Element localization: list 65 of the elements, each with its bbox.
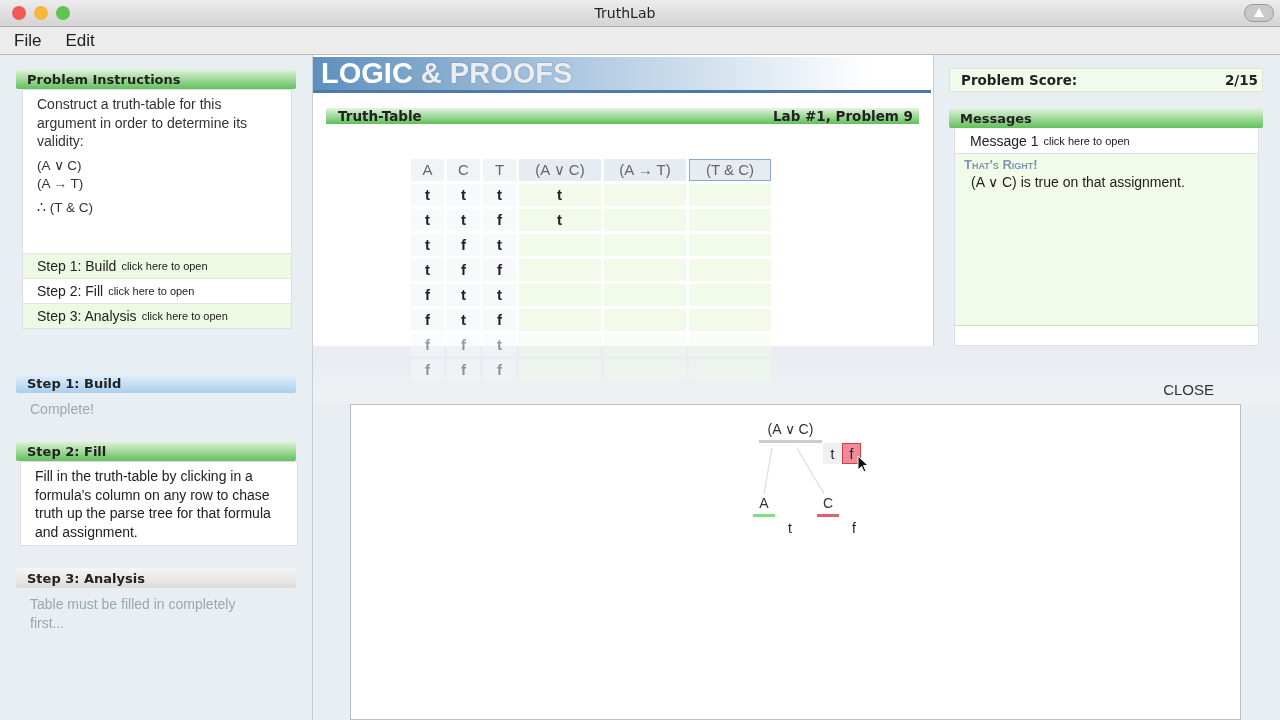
- table-cell: t: [447, 283, 480, 306]
- table-cell: f: [447, 233, 480, 256]
- tree-edge: [796, 447, 825, 495]
- panel-title: Truth-Table: [338, 108, 422, 124]
- section-text: Complete!: [29, 400, 95, 419]
- tree-node: (A ∨ C): [759, 421, 822, 443]
- step-link[interactable]: Step 1: Build click here to open: [23, 253, 291, 278]
- table-cell: t: [411, 233, 444, 256]
- table-cell: t: [447, 308, 480, 331]
- score-value: 2/15: [1224, 72, 1258, 88]
- table-cell: f: [411, 283, 444, 306]
- menu-item[interactable]: File: [14, 30, 42, 51]
- table-cell: t: [483, 233, 516, 256]
- conclusion: ∴ (T & C): [37, 198, 94, 215]
- premise: (A ∨ C): [37, 156, 83, 175]
- table-cell: t: [411, 258, 444, 281]
- table-cell: t: [447, 183, 480, 206]
- column-header[interactable]: C: [447, 158, 480, 181]
- table-cell: f: [411, 308, 444, 331]
- instructions-text: Construct a truth-table for this argument in order to determine its validity:: [37, 95, 249, 151]
- table-cell: t: [483, 183, 516, 206]
- section-header: Step 1: Build: [16, 373, 296, 393]
- table-cell: t: [411, 208, 444, 231]
- cursor-icon: [857, 455, 869, 473]
- column-header[interactable]: (A → T): [604, 158, 686, 181]
- premise: (A → T): [37, 174, 85, 193]
- section-header: Step 3: Analysis: [16, 568, 296, 588]
- menu-item[interactable]: Edit: [65, 30, 95, 51]
- tree-edge: [763, 447, 773, 495]
- table-cell[interactable]: t: [519, 208, 601, 231]
- table-cell[interactable]: t: [519, 183, 601, 206]
- section-text: Fill in the truth-table by clicking in a formula's column on any row to chase truth up the parse tree for that formula and assignment.: [20, 461, 298, 546]
- value-option[interactable]: f: [842, 443, 861, 464]
- zoom-window-button[interactable]: [56, 6, 70, 20]
- toolbar-toggle-icon[interactable]: [1244, 4, 1274, 22]
- column-header[interactable]: (T & C): [689, 158, 771, 181]
- section-header: Step 2: Fill: [16, 441, 296, 461]
- table-cell: f: [483, 208, 516, 231]
- message-text: (A ∨ C) is true on that assignment.: [971, 174, 1186, 190]
- section-text: Table must be filled in completely first...: [29, 595, 237, 633]
- node-value: f: [852, 520, 856, 536]
- minimize-window-button[interactable]: [34, 6, 48, 20]
- node-value: t: [788, 520, 792, 536]
- table-cell: f: [483, 308, 516, 331]
- table-cell: t: [447, 208, 480, 231]
- logo-banner: LOGIC & PROOFS: [313, 57, 931, 93]
- message-heading: That's Right!: [964, 157, 1039, 172]
- table-cell: f: [483, 258, 516, 281]
- panel-header: Problem Instructions: [16, 69, 296, 89]
- close-window-button[interactable]: [12, 6, 26, 20]
- table-cell: t: [411, 183, 444, 206]
- table-cell: t: [483, 283, 516, 306]
- score-label: Problem Score:: [961, 72, 1078, 88]
- table-cell: f: [447, 258, 480, 281]
- column-header[interactable]: (A ∨ C): [519, 158, 601, 181]
- step-link[interactable]: Step 3: Analysis click here to open: [23, 303, 291, 328]
- close-button[interactable]: CLOSE: [1163, 381, 1214, 398]
- value-option[interactable]: t: [823, 443, 842, 464]
- problem-label: Lab #1, Problem 9: [772, 108, 913, 124]
- window-title: TruthLab: [593, 5, 657, 21]
- column-header[interactable]: A: [411, 158, 444, 181]
- panel-header: Messages: [949, 108, 1263, 128]
- tree-node[interactable]: A: [753, 495, 775, 517]
- column-header[interactable]: T: [483, 158, 516, 181]
- tree-node[interactable]: C: [817, 495, 839, 517]
